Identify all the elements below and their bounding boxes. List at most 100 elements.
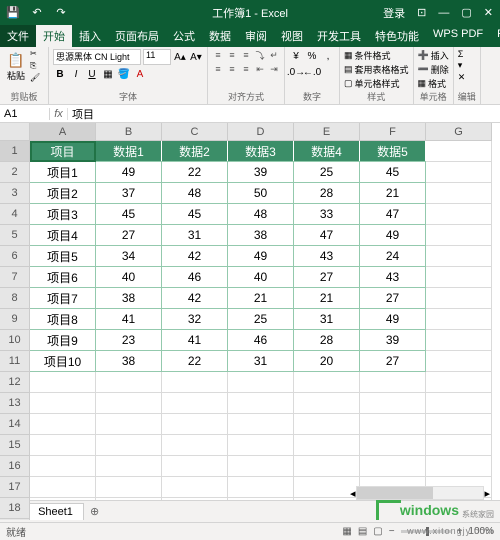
- tab-special[interactable]: 特色功能: [368, 25, 426, 47]
- row-header-6[interactable]: 6: [0, 246, 30, 267]
- cell-F4[interactable]: 47: [359, 203, 426, 225]
- cell-D11[interactable]: 31: [227, 350, 294, 372]
- cell-A11[interactable]: 项目10: [29, 350, 96, 372]
- tab-insert[interactable]: 插入: [72, 25, 108, 47]
- cell-C4[interactable]: 45: [161, 203, 228, 225]
- col-header-A[interactable]: A: [30, 123, 96, 141]
- cell-B7[interactable]: 40: [95, 266, 162, 288]
- cell-C8[interactable]: 42: [161, 287, 228, 309]
- cell-E11[interactable]: 20: [293, 350, 360, 372]
- tab-home[interactable]: 开始: [36, 25, 72, 47]
- cell-A5[interactable]: 项目4: [29, 224, 96, 246]
- cell-C16[interactable]: [162, 456, 228, 477]
- autosum-button[interactable]: Σ: [458, 49, 476, 59]
- zoom-slider[interactable]: [401, 530, 451, 533]
- sheet-tab-1[interactable]: Sheet1: [27, 503, 84, 520]
- cell-F14[interactable]: [360, 414, 426, 435]
- cell-G1[interactable]: [426, 141, 492, 162]
- conditional-format-button[interactable]: ▦ 条件格式: [344, 49, 409, 62]
- col-header-G[interactable]: G: [426, 123, 492, 141]
- cell-D4[interactable]: 48: [227, 203, 294, 225]
- cell-E16[interactable]: [294, 456, 360, 477]
- cell-E15[interactable]: [294, 435, 360, 456]
- cell-D3[interactable]: 50: [227, 182, 294, 204]
- row-header-13[interactable]: 13: [0, 393, 30, 414]
- cell-G4[interactable]: [426, 204, 492, 225]
- tab-powerpivot[interactable]: Power Pivot: [490, 25, 500, 47]
- format-cells-button[interactable]: ▦ 格式: [418, 77, 449, 90]
- row-header-7[interactable]: 7: [0, 267, 30, 288]
- comma-button[interactable]: ,: [321, 49, 335, 63]
- qat-undo-button[interactable]: ↶: [28, 4, 46, 22]
- row-header-11[interactable]: 11: [0, 351, 30, 372]
- italic-button[interactable]: I: [69, 67, 83, 81]
- cell-E3[interactable]: 28: [293, 182, 360, 204]
- cell-A3[interactable]: 项目2: [29, 182, 96, 204]
- cell-B12[interactable]: [96, 372, 162, 393]
- cell-E1[interactable]: 数据4: [294, 141, 360, 162]
- col-header-C[interactable]: C: [162, 123, 228, 141]
- cell-C6[interactable]: 42: [161, 245, 228, 267]
- cell-B2[interactable]: 49: [95, 161, 162, 183]
- cell-D12[interactable]: [228, 372, 294, 393]
- zoom-out-button[interactable]: −: [389, 526, 395, 537]
- cell-C12[interactable]: [162, 372, 228, 393]
- cell-E9[interactable]: 31: [293, 308, 360, 330]
- row-header-15[interactable]: 15: [0, 435, 30, 456]
- wrap-text-button[interactable]: ↵: [268, 49, 280, 61]
- maximize-button[interactable]: ▢: [458, 6, 474, 19]
- cell-E2[interactable]: 25: [293, 161, 360, 183]
- cell-B4[interactable]: 45: [95, 203, 162, 225]
- currency-button[interactable]: ¥: [289, 49, 303, 63]
- row-header-12[interactable]: 12: [0, 372, 30, 393]
- cell-C14[interactable]: [162, 414, 228, 435]
- col-header-D[interactable]: D: [228, 123, 294, 141]
- cell-A14[interactable]: [30, 414, 96, 435]
- cell-A12[interactable]: [30, 372, 96, 393]
- cell-D13[interactable]: [228, 393, 294, 414]
- cell-B8[interactable]: 38: [95, 287, 162, 309]
- row-header-9[interactable]: 9: [0, 309, 30, 330]
- tab-wpspdf[interactable]: WPS PDF: [426, 25, 490, 47]
- fill-button[interactable]: ▾: [458, 60, 476, 71]
- cell-F7[interactable]: 43: [359, 266, 426, 288]
- zoom-level[interactable]: 100%: [468, 526, 494, 537]
- cell-G7[interactable]: [426, 267, 492, 288]
- cell-A6[interactable]: 项目5: [29, 245, 96, 267]
- qat-save-button[interactable]: 💾: [4, 4, 22, 22]
- tab-review[interactable]: 审阅: [238, 25, 274, 47]
- cell-A2[interactable]: 项目1: [29, 161, 96, 183]
- cell-D7[interactable]: 40: [227, 266, 294, 288]
- cell-D15[interactable]: [228, 435, 294, 456]
- cell-B13[interactable]: [96, 393, 162, 414]
- align-right-button[interactable]: ≡: [240, 63, 252, 75]
- cell-A17[interactable]: [30, 477, 96, 498]
- cell-G9[interactable]: [426, 309, 492, 330]
- cell-B16[interactable]: [96, 456, 162, 477]
- row-header-18[interactable]: 18: [0, 498, 30, 519]
- decrease-font-button[interactable]: A▾: [189, 50, 203, 64]
- cell-F13[interactable]: [360, 393, 426, 414]
- increase-font-button[interactable]: A▴: [173, 50, 187, 64]
- fx-button[interactable]: fx: [50, 108, 68, 120]
- add-sheet-button[interactable]: ⊕: [84, 505, 105, 518]
- col-header-F[interactable]: F: [360, 123, 426, 141]
- cell-G11[interactable]: [426, 351, 492, 372]
- align-left-button[interactable]: ≡: [212, 63, 224, 75]
- cell-A4[interactable]: 项目3: [29, 203, 96, 225]
- login-button[interactable]: 登录: [380, 5, 408, 21]
- tab-layout[interactable]: 页面布局: [108, 25, 166, 47]
- cell-G13[interactable]: [426, 393, 492, 414]
- cell-E7[interactable]: 27: [293, 266, 360, 288]
- close-button[interactable]: ✕: [481, 6, 496, 19]
- cell-G15[interactable]: [426, 435, 492, 456]
- increase-decimal-button[interactable]: .0→: [289, 65, 303, 79]
- view-break-button[interactable]: ▢: [373, 526, 382, 537]
- row-header-17[interactable]: 17: [0, 477, 30, 498]
- cell-F6[interactable]: 24: [359, 245, 426, 267]
- select-all-corner[interactable]: [0, 123, 30, 141]
- cell-C1[interactable]: 数据2: [162, 141, 228, 162]
- paste-button[interactable]: 📋 粘贴: [4, 49, 28, 85]
- cell-C15[interactable]: [162, 435, 228, 456]
- cell-F1[interactable]: 数据5: [360, 141, 426, 162]
